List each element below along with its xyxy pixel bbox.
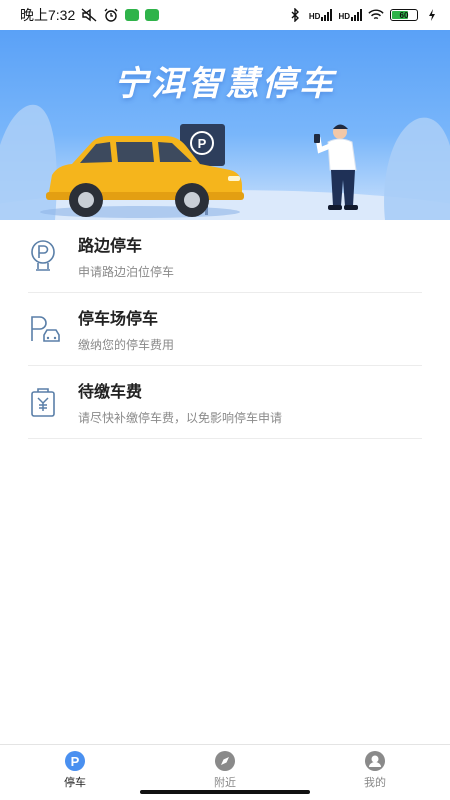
menu-item-parking-lot[interactable]: 停车场停车 缴纳您的停车费用: [28, 293, 422, 366]
menu-subtitle: 请尽快补缴停车费，以免影响停车申请: [78, 411, 283, 425]
service-menu: 路边停车 申请路边泊位停车 停车场停车 缴纳您的停车费用 待缴车费 请尽快补缴停…: [28, 220, 422, 439]
network-label-2: HD: [338, 12, 350, 21]
bluetooth-icon: [287, 8, 303, 22]
tab-label: 停车: [64, 777, 86, 789]
hero-banner: P 宁洱智慧停车: [0, 30, 450, 220]
tree-left: [0, 104, 57, 220]
message-notification-icon: [145, 9, 160, 21]
svg-text:P: P: [71, 754, 80, 769]
menu-subtitle: 申请路边泊位停车: [78, 265, 175, 279]
parking-lot-icon: [28, 309, 78, 349]
menu-title: 待缴车费: [78, 384, 143, 401]
menu-title: 停车场停车: [78, 311, 159, 328]
mute-icon: [81, 8, 97, 22]
banner-title: 宁洱智慧停车: [114, 65, 336, 103]
status-time: 晚上7:32: [20, 7, 76, 23]
parking-tab-icon: P: [65, 751, 85, 771]
parking-sign-letter: P: [198, 136, 207, 151]
tree-right: [384, 117, 450, 220]
wifi-icon: [368, 8, 384, 22]
alarm-icon: [103, 8, 119, 22]
tab-label: 附近: [214, 777, 236, 789]
home-indicator[interactable]: [140, 790, 310, 794]
menu-item-pending-fee[interactable]: 待缴车费 请尽快补缴停车费，以免影响停车申请: [28, 366, 422, 439]
compass-icon: [215, 751, 235, 771]
battery-icon: 60: [390, 9, 418, 21]
signal-1-icon: HD: [309, 9, 333, 21]
status-bar: 晚上7:32 HD HD 60: [0, 0, 450, 30]
tab-mine[interactable]: 我的: [300, 745, 450, 800]
tab-parking[interactable]: P 停车: [0, 745, 150, 800]
user-icon: [365, 751, 385, 771]
network-label-1: HD: [308, 12, 321, 21]
roadside-parking-icon: [28, 236, 78, 276]
charging-icon: [424, 8, 440, 22]
battery-level: 60: [399, 10, 409, 20]
pending-fee-icon: [28, 382, 78, 422]
menu-item-roadside-parking[interactable]: 路边停车 申请路边泊位停车: [28, 220, 422, 293]
tab-label: 我的: [364, 777, 386, 789]
wechat-notification-icon: [125, 9, 140, 21]
signal-2-icon: HD: [338, 9, 362, 21]
menu-title: 路边停车: [78, 238, 143, 255]
menu-subtitle: 缴纳您的停车费用: [78, 338, 175, 352]
